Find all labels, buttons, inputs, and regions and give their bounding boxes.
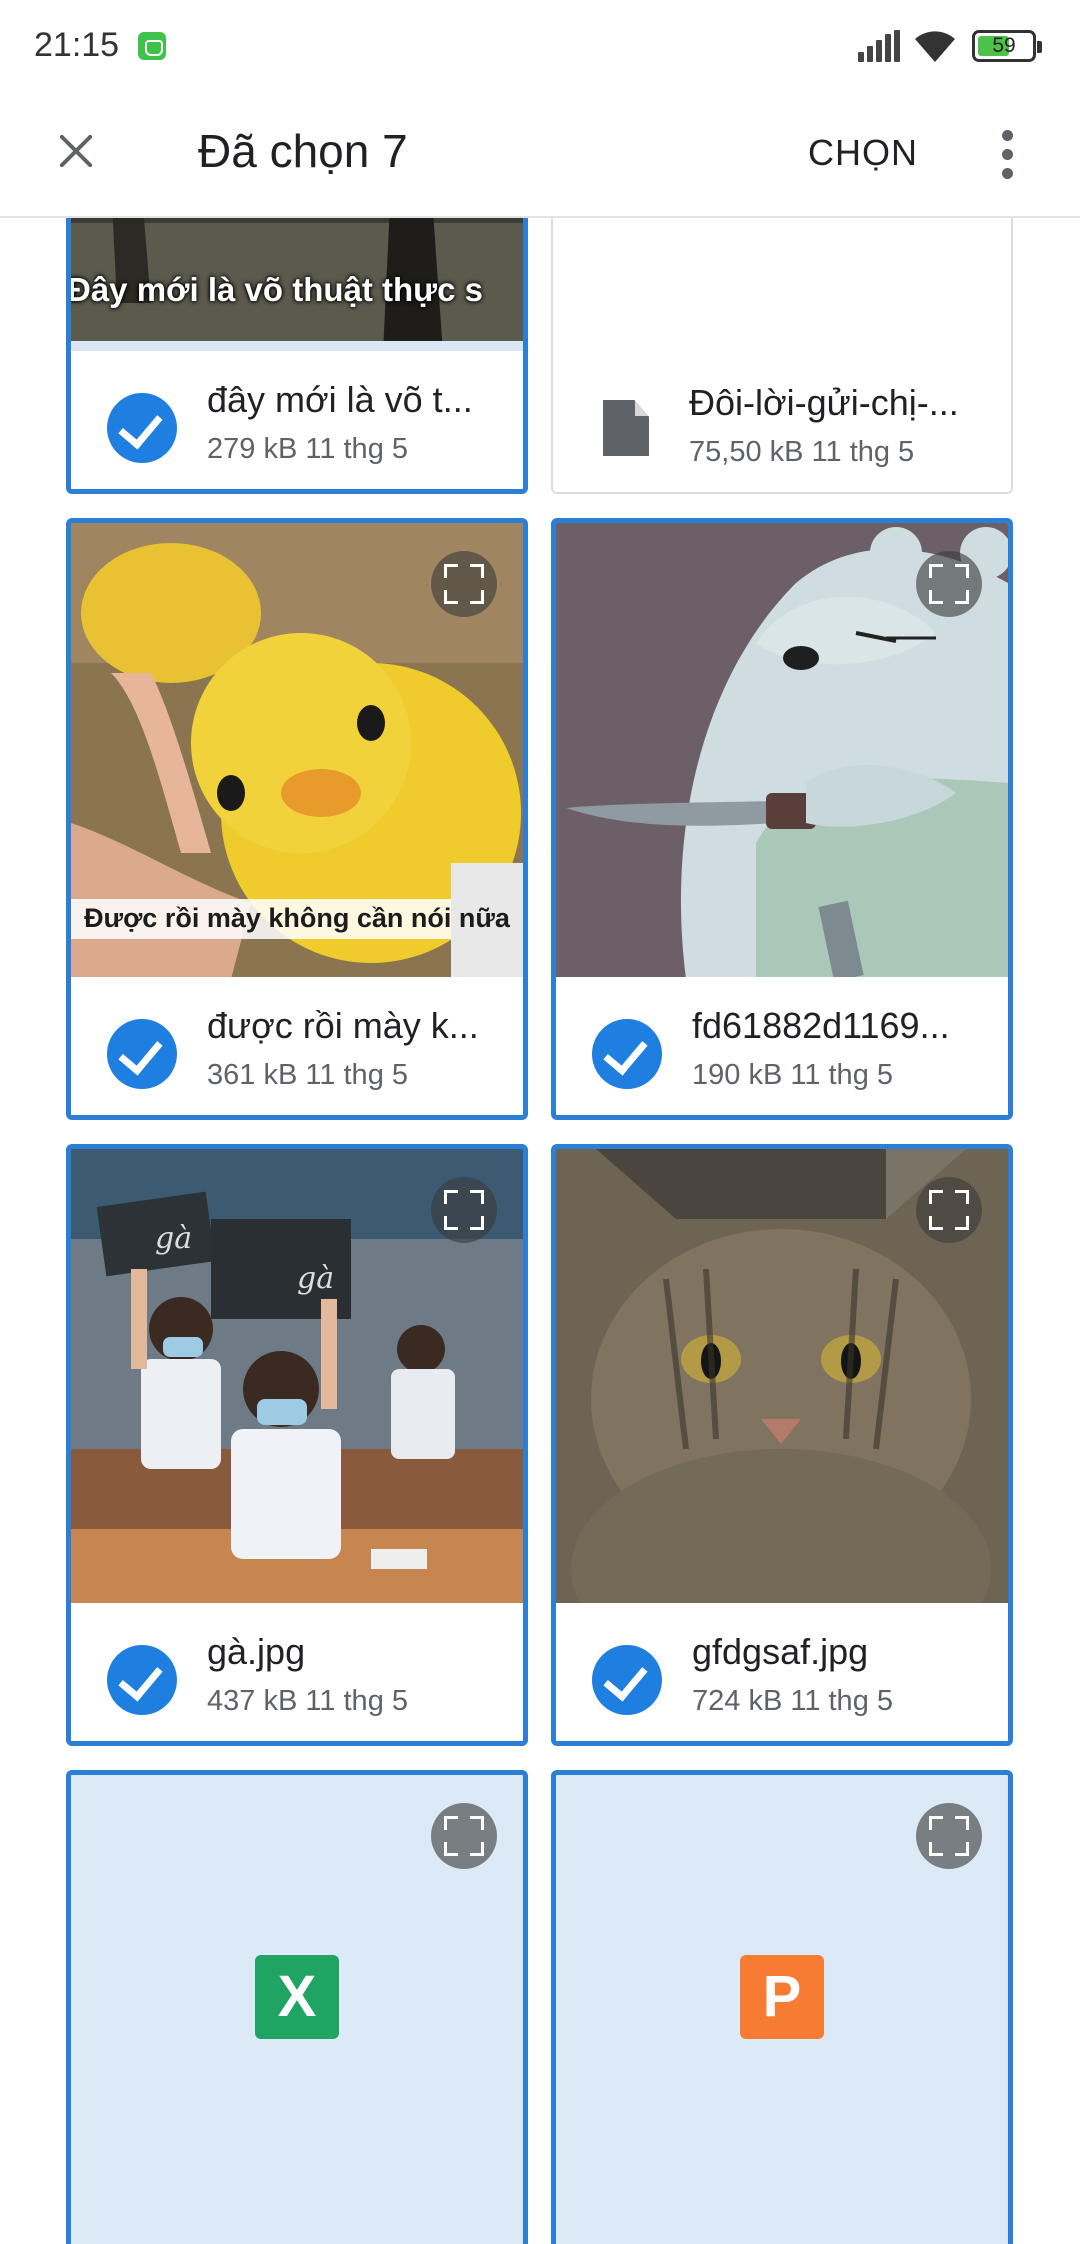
more-options-icon[interactable] <box>984 122 1032 188</box>
file-meta: 190 kB 11 thg 5 <box>692 1059 894 1091</box>
file-grid: Đây mới là võ thuật thực s đây mới là võ… <box>0 218 1080 2244</box>
check-icon[interactable] <box>592 1019 662 1089</box>
document-icon <box>603 400 649 456</box>
expand-icon[interactable] <box>916 551 982 617</box>
powerpoint-icon: P <box>740 1955 824 2039</box>
app-notification-icon <box>138 32 166 60</box>
thumbnail-board-text: gà <box>297 1261 335 1296</box>
file-card-footer: đây mới là võ t... 279 kB 11 thg 5 <box>71 351 523 489</box>
file-card-footer: gà.jpg 437 kB 11 thg 5 <box>71 1603 523 1741</box>
thumbnail-caption: Được rồi mày không cần nói nữa <box>84 903 510 933</box>
battery-icon: 59 <box>972 30 1042 62</box>
file-name: Đôi-lời-gửi-chị-... <box>689 382 959 423</box>
file-card[interactable]: fd61882d1169... 190 kB 11 thg 5 <box>551 518 1013 1120</box>
wifi-icon <box>915 31 955 62</box>
status-bar: 21:15 59 <box>0 0 1080 92</box>
thumbnail-caption: Đây mới là võ thuật thực s <box>67 271 483 308</box>
file-card[interactable]: Đây mới là võ thuật thực s đây mới là võ… <box>66 218 528 494</box>
check-icon[interactable] <box>107 1645 177 1715</box>
file-name: được rồi mày k... <box>207 1005 479 1046</box>
check-icon[interactable] <box>107 393 177 463</box>
file-card[interactable]: gfdgsaf.jpg 724 kB 11 thg 5 <box>551 1144 1013 1746</box>
excel-icon: X <box>255 1955 339 2039</box>
file-name: fd61882d1169... <box>692 1005 950 1046</box>
file-card[interactable]: X <box>66 1770 528 2244</box>
file-card-footer: fd61882d1169... 190 kB 11 thg 5 <box>556 977 1008 1115</box>
close-icon[interactable] <box>40 115 112 187</box>
expand-icon[interactable] <box>431 551 497 617</box>
page-title: Đã chọn 7 <box>198 125 408 177</box>
expand-icon[interactable] <box>916 1177 982 1243</box>
file-card[interactable]: P <box>551 1770 1013 2244</box>
battery-level: 59 <box>992 34 1016 57</box>
signal-icon <box>858 30 902 62</box>
file-card[interactable]: Được rồi mày không cần nói nữa được rồi … <box>66 518 528 1120</box>
file-meta: 437 kB 11 thg 5 <box>207 1685 409 1717</box>
file-card-footer: được rồi mày k... 361 kB 11 thg 5 <box>71 977 523 1115</box>
file-meta: 361 kB 11 thg 5 <box>207 1059 409 1091</box>
file-card-footer: gfdgsaf.jpg 724 kB 11 thg 5 <box>556 1603 1008 1741</box>
check-icon[interactable] <box>592 1645 662 1715</box>
file-meta: 75,50 kB 11 thg 5 <box>689 436 915 468</box>
expand-icon[interactable] <box>431 1177 497 1243</box>
expand-icon[interactable] <box>431 1803 497 1869</box>
status-time: 21:15 <box>34 26 120 64</box>
file-name: gfdgsaf.jpg <box>692 1631 869 1672</box>
file-name: gà.jpg <box>207 1631 306 1672</box>
file-card[interactable]: Đôi-lời-gửi-chị-... 75,50 kB 11 thg 5 <box>551 218 1013 494</box>
selection-app-bar: Đã chọn 7 CHỌN <box>0 92 1080 218</box>
file-meta: 279 kB 11 thg 5 <box>207 433 409 465</box>
select-button[interactable]: CHỌN <box>790 126 936 180</box>
file-meta: 724 kB 11 thg 5 <box>692 1685 894 1717</box>
thumbnail-board-text: gà <box>155 1221 193 1256</box>
file-name: đây mới là võ t... <box>207 379 473 420</box>
file-card[interactable]: gà gà gà.jpg 437 kB 11 thg 5 <box>66 1144 528 1746</box>
expand-icon[interactable] <box>916 1803 982 1869</box>
check-icon[interactable] <box>107 1019 177 1089</box>
file-card-footer: Đôi-lời-gửi-chị-... 75,50 kB 11 thg 5 <box>553 354 1011 492</box>
